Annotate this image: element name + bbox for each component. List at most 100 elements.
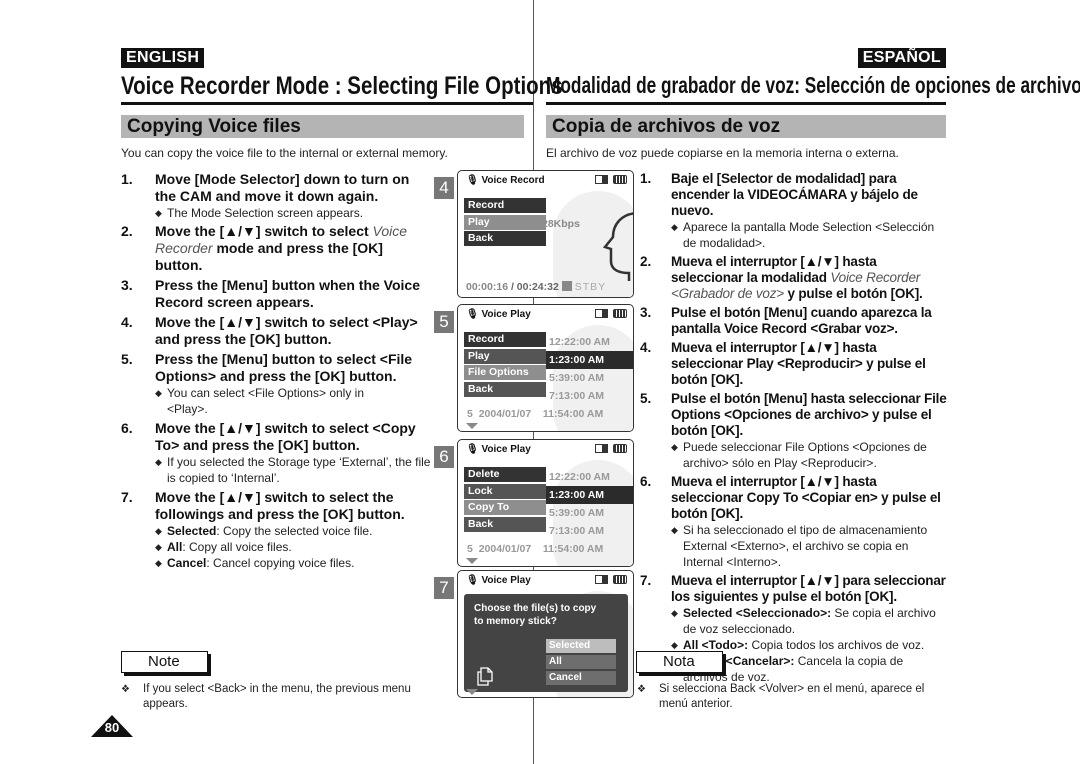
step: 6. Mueva el interruptor [▲/▼] hasta sele… [640,474,950,570]
note-bullet-icon: ❖ [121,684,130,695]
step-number: 4. [640,340,652,355]
down-arrow-icon[interactable] [466,423,478,429]
page-title-english: Voice Recorder Mode : Selecting File Opt… [121,72,563,100]
title-rule [121,102,533,105]
file-row[interactable]: 5:39:00 AM [546,504,633,522]
intro-text-english: You can copy the voice file to the inter… [121,146,448,160]
status-label: STBY [574,281,607,293]
dialog-message: Choose the file(s) to copy to memory stic… [474,603,597,627]
step-text: Move the [▲/▼] switch to select <Copy To… [155,420,416,453]
option-cancel[interactable]: Cancel [546,671,616,685]
step-text: Move the [▲/▼] switch to select the foll… [155,489,405,522]
memory-storage-icon [595,575,608,584]
device-screen: 🎙︎ Voice Play 12:22:00 AM 1:23:00 AM 5:3… [457,304,634,432]
microphone-icon: 🎙︎ [466,444,479,455]
context-menu: Record Play Back [464,198,546,248]
copy-icon [477,667,493,686]
memory-storage-icon [595,175,608,184]
menu-item-delete[interactable]: Delete [464,467,546,482]
step-bullet: Aparece la pantalla Mode Selection <Sele… [671,219,950,251]
battery-icon [613,444,627,453]
step-bullet-selected: Selected <Seleccionado>: Se copia el arc… [671,605,950,637]
note-label-spanish: Nota [636,651,723,673]
screen-number: 5 [434,311,454,333]
step: 1. Baje el [Selector de modalidad] para … [640,171,950,251]
step: 5. Pulse el botón [Menu] hasta seleccion… [640,391,950,471]
copy-dialog: Choose the file(s) to copy to memory stic… [464,594,628,692]
file-row[interactable]: 12:22:00 AM [546,333,633,351]
menu-item-record[interactable]: Record [464,198,546,213]
step-text: Mueva el interruptor [▲/▼] hasta selecci… [671,474,941,521]
step-number: 1. [640,171,652,186]
step: 7. Move the [▲/▼] switch to select the f… [121,489,431,571]
file-row-selected[interactable]: 1:23:00 AM [546,486,633,504]
note-text-english: ❖ If you select <Back> in the menu, the p… [121,683,411,710]
file-row[interactable]: 5 2004/01/07 11:54:00 AM [464,540,633,558]
step-text: Move [Mode Selector] down to turn on the… [155,171,410,204]
context-menu: Record Play File Options Back [464,332,546,398]
microphone-icon: 🎙︎ [466,309,479,320]
menu-item-back[interactable]: Back [464,516,546,532]
menu-item-back[interactable]: Back [464,231,546,246]
step-bullet-cancel: Cancel: Cancel copying voice files. [155,555,431,571]
step-number: 5. [640,391,652,406]
step: 3. Press the [Menu] button when the Voic… [121,277,431,311]
device-screen: 🎙︎ Voice Play Choose the file(s) to copy… [457,570,634,698]
microphone-icon: 🎙︎ [466,575,479,586]
battery-icon [613,175,627,184]
option-selected[interactable]: Selected [546,639,616,653]
memory-storage-icon [595,309,608,318]
menu-item-back[interactable]: Back [464,381,546,397]
step-bullet: Si ha seleccionado el tipo de almacenami… [671,522,950,570]
step-text: Press the [Menu] button when the Voice R… [155,277,420,310]
menu-item-play[interactable]: Play [464,348,546,364]
step: 4. Mueva el interruptor [▲/▼] hasta sele… [640,340,950,388]
option-all[interactable]: All [546,655,616,669]
section-heading-spanish: Copia de archivos de voz [546,115,946,138]
step-number: 3. [640,305,652,320]
step-number: 7. [121,489,133,505]
down-arrow-icon[interactable] [466,558,478,564]
step: 5. Press the [Menu] button to select <Fi… [121,351,431,417]
step-text: Baje el [Selector de modalidad] para enc… [671,171,918,218]
file-row[interactable]: 7:13:00 AM [546,522,633,540]
step-text: Mueva el interruptor [▲/▼] hasta selecci… [671,340,926,387]
intro-text-spanish: El archivo de voz puede copiarse en la m… [546,146,899,160]
file-list: 12:22:00 AM 1:23:00 AM 5:39:00 AM 7:13:0… [467,468,633,555]
note-bullet-icon: ❖ [637,684,646,695]
screen-number: 6 [434,446,454,468]
menu-item-record[interactable]: Record [464,332,546,347]
step: 4. Move the [▲/▼] switch to select <Play… [121,314,431,348]
step-text: Mueva el interruptor [▲/▼] para seleccio… [671,573,946,604]
file-row[interactable]: 7:13:00 AM [546,387,633,405]
menu-item-copy-to[interactable]: Copy To [464,500,546,515]
file-row[interactable]: 5 2004/01/07 11:54:00 AM [464,405,633,423]
menu-item-play[interactable]: Play [464,214,546,230]
step-text: Pulse el botón [Menu] cuando aparezca la… [671,305,932,336]
screen-title: Voice Play [481,575,531,586]
file-list: 12:22:00 AM 1:23:00 AM 5:39:00 AM 7:13:0… [467,333,633,420]
step-bullet: The Mode Selection screen appears. [155,205,431,221]
memory-storage-icon [595,444,608,453]
file-row-selected[interactable]: 1:23:00 AM [546,351,633,369]
note-label-english: Note [121,651,208,673]
step-bullet: Puede seleccionar File Options <Opciones… [671,439,950,471]
steps-list-english: 1. Move [Mode Selector] down to turn on … [121,171,431,571]
language-badge-spanish: ESPAÑOL [857,48,946,68]
step-number: 6. [121,420,133,436]
step-number: 2. [121,223,133,239]
step-text: Move the [▲/▼] switch to select <Play> a… [155,314,418,347]
file-row[interactable]: 5:39:00 AM [546,369,633,387]
step: 1. Move [Mode Selector] down to turn on … [121,171,431,221]
menu-item-lock[interactable]: Lock [464,483,546,499]
title-rule [546,102,946,105]
screen-number: 4 [434,177,454,199]
file-row[interactable]: 12:22:00 AM [546,468,633,486]
note-text-spanish: ❖ Si selecciona Back <Volver> en el menú,… [637,683,925,710]
bitrate-label: 28Kbps [542,218,580,230]
down-arrow-icon[interactable] [466,689,478,695]
screen-title: Voice Play [481,309,531,320]
menu-item-file-options[interactable]: File Options [464,365,546,380]
screen-title: Voice Record [481,175,545,186]
step: 3. Pulse el botón [Menu] cuando aparezca… [640,305,950,337]
